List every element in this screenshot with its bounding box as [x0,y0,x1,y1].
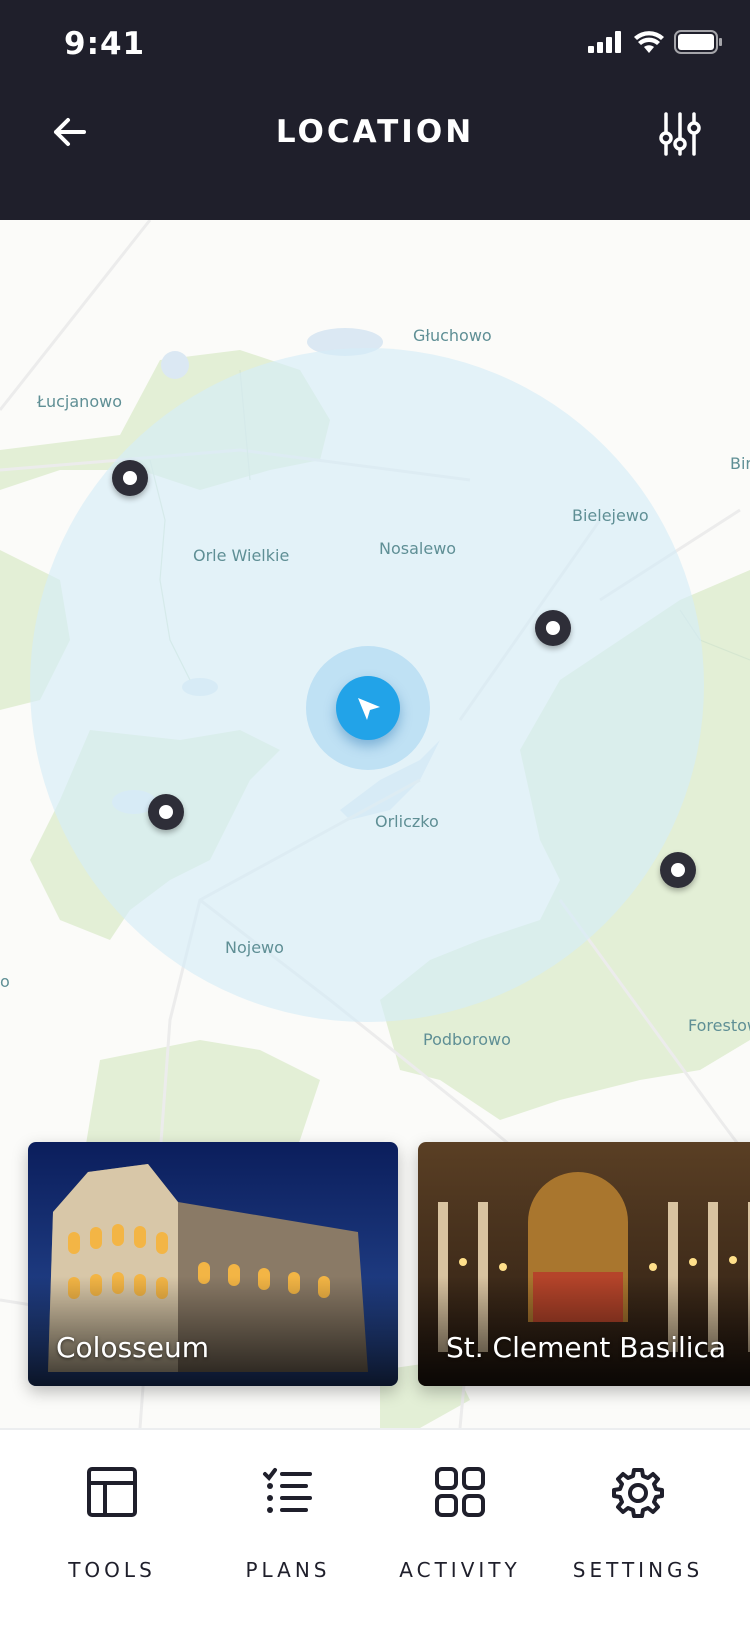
wifi-icon [634,31,664,53]
place-card-colosseum[interactable]: Colosseum [28,1142,398,1386]
tab-label: TOOLS [68,1558,156,1582]
map-pin[interactable] [660,852,696,888]
battery-icon [674,30,722,54]
map-label-nojewo: Nojewo [225,938,284,957]
map-label-forestowo: Forestow [688,1016,750,1035]
tab-label: PLANS [245,1558,331,1582]
tab-plans[interactable]: PLANS [198,1466,378,1596]
signal-icon [588,31,621,53]
card-title: Colosseum [56,1331,210,1364]
tab-settings[interactable]: SETTINGS [548,1466,728,1596]
map-label-nosalewo: Nosalewo [379,539,457,558]
layout-icon [87,1467,137,1517]
status-icons [588,30,722,54]
map-pin[interactable] [535,610,571,646]
navigation-arrow-icon [358,698,380,720]
map-label-orle-wielkie: Orle Wielkie [193,546,290,565]
top-bar: 9:41 LOCATION [0,0,750,220]
map-pin[interactable] [112,460,148,496]
filter-button[interactable] [658,110,702,158]
tab-tools[interactable]: TOOLS [22,1466,202,1596]
map-label-partial: o [0,972,10,991]
map-label-bielejewo: Bielejewo [572,506,649,525]
tab-label: SETTINGS [572,1558,704,1582]
map-label-podborowo: Podborowo [423,1030,511,1049]
tab-label: ACTIVITY [399,1558,521,1582]
map-label-gluchowo: Głuchowo [413,326,492,345]
gear-icon [612,1468,664,1518]
grid-icon [435,1467,485,1517]
page-title: LOCATION [275,114,475,150]
map-label-orliczko: Orliczko [375,812,439,831]
sliders-icon [659,112,701,156]
bottom-tab-bar: TOOLS PLANS ACTIVITY SETTINGS [0,1428,750,1626]
tab-activity[interactable]: ACTIVITY [370,1466,550,1596]
checklist-icon [263,1468,312,1513]
map-label-bin: Bin [730,454,750,473]
map-pin[interactable] [148,794,184,830]
status-time: 9:41 [64,26,146,62]
map-label-lucjanowo: Łucjanowo [37,392,122,411]
card-title: St. Clement Basilica [446,1331,727,1364]
my-location-button[interactable] [336,676,400,740]
place-card-st-clement[interactable]: St. Clement Basilica [418,1142,750,1386]
